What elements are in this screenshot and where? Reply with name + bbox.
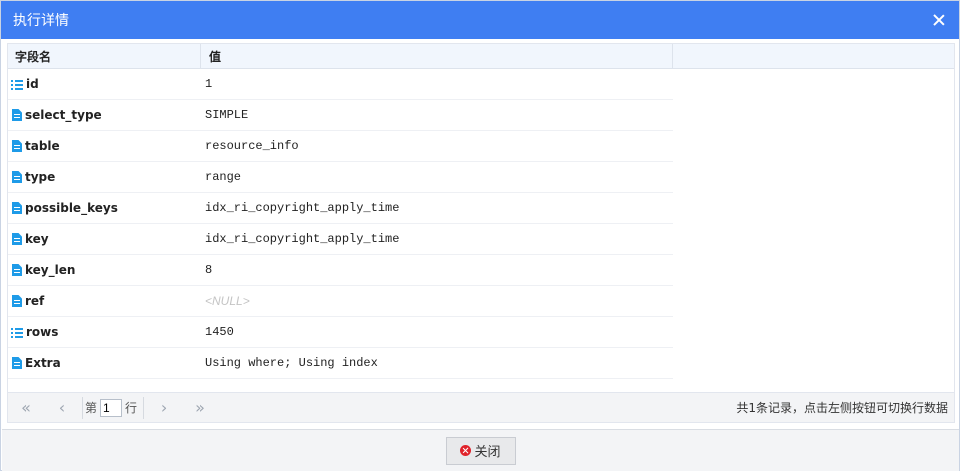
null-value-cell: <NULL> — [201, 286, 673, 317]
field-name: key — [25, 232, 49, 246]
document-icon — [12, 171, 22, 183]
field-name: type — [25, 170, 56, 184]
field-cell: ref — [8, 286, 201, 317]
table-row[interactable]: rows 1450 — [8, 317, 954, 348]
value-cell: resource_info — [201, 131, 673, 162]
close-circle-icon — [460, 445, 472, 456]
value-cell: 1 — [201, 69, 673, 100]
document-icon — [12, 264, 22, 276]
field-cell: table — [8, 131, 201, 162]
table-row[interactable]: possible_keys idx_ri_copyright_apply_tim… — [8, 193, 954, 224]
document-icon — [12, 295, 22, 307]
document-icon — [12, 109, 22, 121]
dialog-footer: 关闭 — [2, 429, 959, 471]
field-cell: key — [8, 224, 201, 255]
field-name: possible_keys — [25, 201, 118, 215]
value-cell: 8 — [201, 255, 673, 286]
grid-header: 字段名 值 — [8, 44, 954, 69]
pager-info: 共1条记录，点击左侧按钮可切换行数据 — [736, 401, 948, 415]
close-icon[interactable] — [931, 12, 947, 28]
chevron-right-icon[interactable]: › — [156, 398, 172, 417]
table-row[interactable]: select_type SIMPLE — [8, 100, 954, 131]
value-cell: range — [201, 162, 673, 193]
list-icon — [11, 79, 23, 90]
column-header-value[interactable]: 值 — [201, 44, 673, 68]
document-icon — [12, 140, 22, 152]
dialog-title: 执行详情 — [13, 13, 69, 29]
column-header-field-name[interactable]: 字段名 — [8, 44, 201, 68]
field-cell: Extra — [8, 348, 201, 379]
field-cell: key_len — [8, 255, 201, 286]
field-cell: possible_keys — [8, 193, 201, 224]
close-button-label: 关闭 — [474, 445, 501, 460]
page-prefix: 第 — [85, 401, 98, 415]
field-name: id — [26, 77, 39, 91]
field-name: table — [25, 139, 60, 153]
close-button[interactable]: 关闭 — [445, 436, 516, 465]
table-row[interactable]: type range — [8, 162, 954, 193]
value-cell: idx_ri_copyright_apply_time — [201, 193, 673, 224]
dialog-titlebar: 执行详情 — [1, 1, 959, 39]
table-row[interactable]: key_len 8 — [8, 255, 954, 286]
table-row[interactable]: ref <NULL> — [8, 286, 954, 317]
double-chevron-right-icon[interactable]: » — [192, 398, 208, 417]
field-cell: id — [8, 69, 201, 100]
chevron-left-icon[interactable]: ‹ — [54, 398, 70, 417]
field-name: select_type — [25, 108, 102, 122]
pager-separator — [82, 396, 83, 419]
list-icon — [11, 327, 23, 338]
value-cell: 1450 — [201, 317, 673, 348]
pagination-bar: « ‹ 第 行 › » 共1条记录，点击左侧按钮可切换行数据 — [7, 392, 955, 423]
table-row[interactable]: id 1 — [8, 69, 954, 100]
field-name: Extra — [25, 356, 61, 370]
table-row[interactable]: table resource_info — [8, 131, 954, 162]
table-row[interactable]: key idx_ri_copyright_apply_time — [8, 224, 954, 255]
document-icon — [12, 233, 22, 245]
table-row[interactable]: Extra Using where; Using index — [8, 348, 954, 379]
detail-grid: 字段名 值 id 1 select_type SIMPLE table reso… — [7, 43, 955, 423]
field-cell: rows — [8, 317, 201, 348]
field-cell: select_type — [8, 100, 201, 131]
field-name: ref — [25, 294, 45, 308]
pager-separator — [143, 396, 145, 419]
value-cell: SIMPLE — [201, 100, 673, 131]
page-number-input[interactable] — [100, 398, 123, 417]
value-cell: Using where; Using index — [201, 348, 673, 379]
document-icon — [12, 202, 22, 214]
page-suffix: 行 — [125, 401, 138, 415]
field-name: key_len — [25, 263, 76, 277]
column-header-filler — [673, 44, 954, 68]
double-chevron-left-icon[interactable]: « — [18, 398, 34, 417]
execution-detail-dialog: 执行详情 字段名 值 id 1 select_type SIMPLE table… — [0, 0, 960, 471]
field-name: rows — [26, 325, 59, 339]
value-cell: idx_ri_copyright_apply_time — [201, 224, 673, 255]
document-icon — [12, 357, 22, 369]
field-cell: type — [8, 162, 201, 193]
